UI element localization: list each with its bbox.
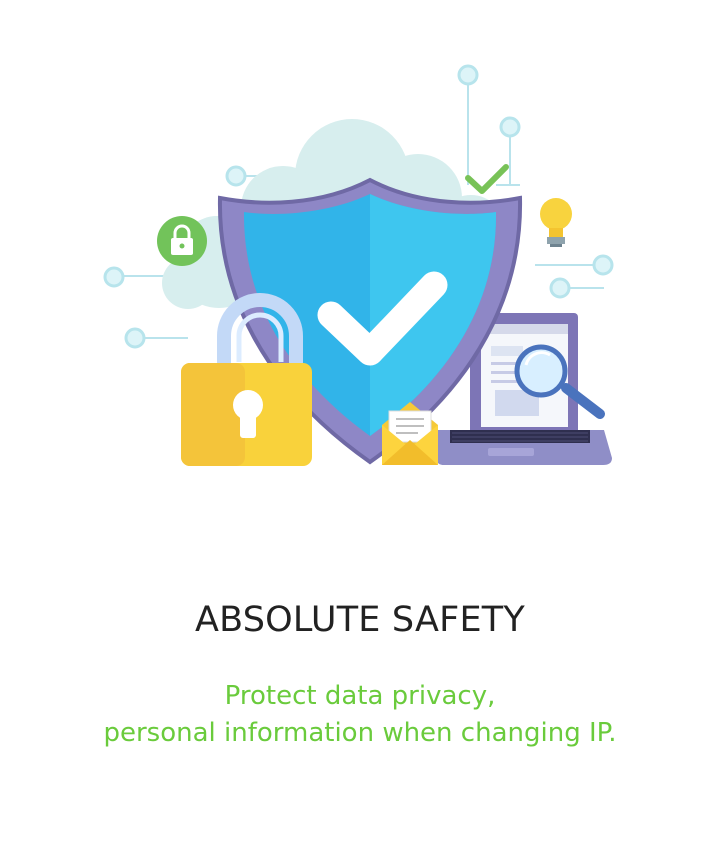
lightbulb-icon [540, 198, 572, 247]
feature-description-line-2: personal information when changing IP. [103, 718, 617, 748]
small-lock-icon [157, 216, 207, 266]
feature-description-line-1: Protect data privacy, [224, 681, 496, 711]
check-icon [465, 164, 509, 194]
security-illustration [0, 0, 720, 500]
feature-title: ABSOLUTE SAFETY [195, 600, 525, 640]
envelope-icon [382, 402, 438, 465]
feature-description: Protect data privacy, personal informati… [0, 678, 720, 752]
